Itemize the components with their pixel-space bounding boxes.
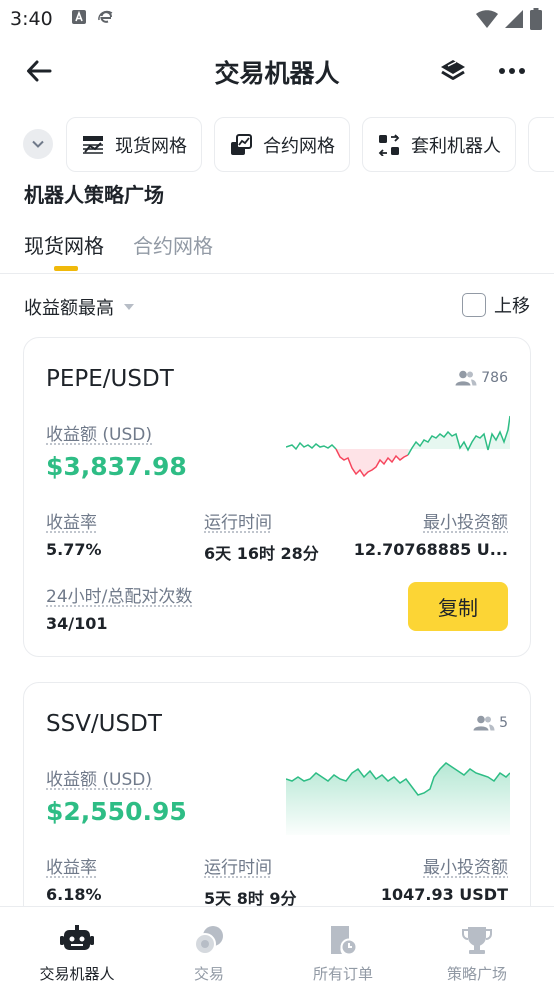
pair-name: SSV/USDT bbox=[46, 711, 162, 737]
chip-label: 现货网格 bbox=[115, 132, 187, 158]
robot-icon bbox=[60, 923, 94, 957]
app-header: 交易机器人 bbox=[0, 40, 554, 104]
battery-icon bbox=[530, 8, 542, 34]
bottom-nav: 交易机器人 交易 所有订单 策略广场 bbox=[0, 906, 554, 984]
strategy-tabs: 现货网格 合约网格 bbox=[0, 228, 554, 274]
users-icon bbox=[455, 370, 477, 386]
metric-label-min-invest: 最小投资额 bbox=[423, 853, 508, 878]
nav-item-trading-bots[interactable]: 交易机器人 bbox=[8, 907, 146, 984]
copy-button[interactable]: 复制 bbox=[408, 582, 508, 631]
more-options-button[interactable] bbox=[494, 54, 530, 88]
nav-item-all-orders[interactable]: 所有订单 bbox=[274, 907, 412, 984]
profit-label: 收益额 (USD) bbox=[46, 765, 152, 790]
chip-label: 套利机器人 bbox=[411, 132, 501, 158]
browser-e-icon bbox=[97, 8, 115, 30]
bot-type-chips: 现货网格 合约网格 套利机器人 bbox=[0, 116, 554, 174]
match-count-value: 34/101 bbox=[46, 614, 108, 633]
chip-label: 合约网格 bbox=[263, 132, 335, 158]
wifi-icon bbox=[476, 9, 498, 33]
metric-value-roi: 6.18% bbox=[46, 885, 102, 904]
up-toggle[interactable]: 上移 bbox=[462, 292, 530, 318]
section-title: 机器人策略广场 bbox=[24, 180, 164, 204]
nav-item-trade[interactable]: 交易 bbox=[140, 907, 278, 984]
pair-name: PEPE/USDT bbox=[46, 366, 174, 392]
users-count: 786 bbox=[455, 370, 508, 386]
nav-label: 交易 bbox=[194, 963, 224, 984]
chip-more[interactable] bbox=[528, 117, 554, 172]
users-count-value: 786 bbox=[481, 370, 508, 386]
status-system-icons bbox=[476, 8, 542, 34]
metric-label-runtime: 运行时间 bbox=[204, 853, 272, 878]
profit-sparkline bbox=[286, 412, 510, 482]
status-time: 3:40 bbox=[10, 8, 53, 30]
up-checkbox[interactable] bbox=[462, 293, 486, 317]
notification-a-icon bbox=[71, 9, 87, 29]
metric-value-roi: 5.77% bbox=[46, 540, 102, 559]
trade-icon bbox=[192, 923, 226, 957]
spot-grid-icon bbox=[81, 133, 105, 157]
tab-spot-grid[interactable]: 现货网格 bbox=[24, 230, 104, 259]
status-bar: 3:40 bbox=[0, 0, 554, 38]
sort-row: 收益额最高 上移 bbox=[0, 290, 554, 322]
chip-futures-grid[interactable]: 合约网格 bbox=[214, 117, 350, 172]
tab-futures-grid[interactable]: 合约网格 bbox=[133, 230, 213, 259]
more-dots-icon bbox=[499, 68, 525, 74]
users-count-value: 5 bbox=[499, 715, 508, 731]
nav-item-strategy-square[interactable]: 策略广场 bbox=[408, 907, 546, 984]
trophy-icon bbox=[460, 923, 494, 957]
strategy-card[interactable]: PEPE/USDT 786 收益额 (USD) $3,837.98 收益率 5.… bbox=[23, 337, 531, 657]
metric-label-roi: 收益率 bbox=[46, 508, 97, 533]
nav-label: 策略广场 bbox=[447, 963, 507, 984]
signal-icon bbox=[504, 9, 524, 33]
chip-arbitrage[interactable]: 套利机器人 bbox=[362, 117, 516, 172]
status-notification-icons bbox=[71, 8, 115, 30]
profit-sparkline bbox=[286, 759, 510, 835]
strategy-card[interactable]: SSV/USDT 5 收益额 (USD) $2,550.95 收益率 6.18%… bbox=[23, 682, 531, 942]
nav-label: 所有订单 bbox=[313, 963, 373, 984]
expand-chips-button[interactable] bbox=[23, 129, 53, 159]
metric-value-runtime: 6天 16时 28分 bbox=[204, 540, 319, 564]
profit-value: $2,550.95 bbox=[46, 797, 187, 826]
match-count-label: 24小时/总配对次数 bbox=[46, 582, 192, 607]
users-count: 5 bbox=[473, 715, 508, 731]
metric-value-min-invest: 1047.93 USDT bbox=[381, 885, 508, 904]
up-label: 上移 bbox=[494, 292, 530, 318]
futures-grid-icon bbox=[229, 133, 253, 157]
profit-label: 收益额 (USD) bbox=[46, 420, 152, 445]
back-button[interactable] bbox=[22, 54, 56, 88]
nav-label: 交易机器人 bbox=[39, 963, 114, 984]
tab-active-indicator bbox=[54, 266, 78, 271]
chip-spot-grid[interactable]: 现货网格 bbox=[66, 117, 202, 172]
layers-icon bbox=[439, 58, 467, 84]
sort-label: 收益额最高 bbox=[24, 294, 114, 320]
chevron-down-icon bbox=[32, 140, 44, 148]
metric-value-min-invest: 12.70768885 U... bbox=[354, 540, 508, 559]
orders-icon bbox=[326, 923, 360, 957]
page-title: 交易机器人 bbox=[0, 54, 554, 90]
metric-label-min-invest: 最小投资额 bbox=[423, 508, 508, 533]
profit-value: $3,837.98 bbox=[46, 452, 187, 481]
metric-label-runtime: 运行时间 bbox=[204, 508, 272, 533]
metric-label-roi: 收益率 bbox=[46, 853, 97, 878]
arbitrage-icon bbox=[377, 133, 401, 157]
sort-dropdown[interactable]: 收益额最高 bbox=[24, 294, 134, 320]
users-icon bbox=[473, 715, 495, 731]
caret-down-icon bbox=[124, 304, 134, 310]
layers-button[interactable] bbox=[436, 54, 470, 88]
arrow-left-icon bbox=[26, 60, 52, 82]
